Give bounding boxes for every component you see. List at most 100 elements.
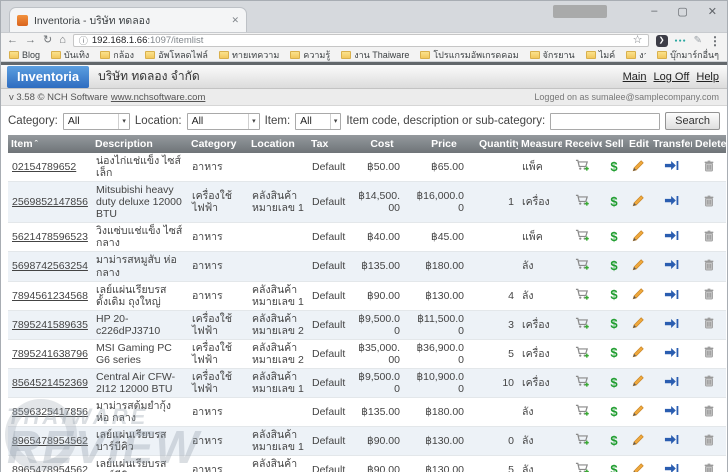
transfer-arrow-icon[interactable] xyxy=(664,345,679,363)
transfer-arrow-icon[interactable] xyxy=(664,316,679,334)
sell-dollar-icon[interactable]: $ xyxy=(610,160,617,175)
delete-trash-icon[interactable] xyxy=(702,316,716,333)
edit-pencil-icon[interactable] xyxy=(631,229,645,246)
home-icon[interactable]: ⌂ xyxy=(59,35,66,46)
transfer-arrow-icon[interactable] xyxy=(664,461,679,472)
item-code-link[interactable]: 02154789652 xyxy=(12,161,76,173)
transfer-arrow-icon[interactable] xyxy=(664,374,679,392)
window-maximize-icon[interactable]: ▢ xyxy=(677,5,687,18)
receive-cart-icon[interactable] xyxy=(575,257,590,275)
edit-pencil-icon[interactable] xyxy=(631,345,645,362)
item-code-link[interactable]: 2569852147856 xyxy=(12,196,88,208)
col-category[interactable]: Category xyxy=(188,135,248,153)
receive-cart-icon[interactable] xyxy=(575,316,590,334)
help-link[interactable]: Help xyxy=(696,71,719,83)
chrome-menu-icon[interactable]: ⋮ xyxy=(709,34,721,48)
transfer-arrow-icon[interactable] xyxy=(664,432,679,450)
category-select[interactable]: All▾ xyxy=(63,113,130,130)
sell-dollar-icon[interactable]: $ xyxy=(610,195,617,210)
edit-pencil-icon[interactable] xyxy=(631,433,645,450)
col-quantity[interactable]: Quantity xyxy=(476,135,518,153)
sell-dollar-icon[interactable]: $ xyxy=(610,405,617,420)
edit-pencil-icon[interactable] xyxy=(631,462,645,472)
transfer-arrow-icon[interactable] xyxy=(664,257,679,275)
delete-trash-icon[interactable] xyxy=(702,462,716,472)
bookmark-star-icon[interactable]: ☆ xyxy=(633,35,643,46)
delete-trash-icon[interactable] xyxy=(702,287,716,304)
forward-icon[interactable]: → xyxy=(25,35,36,46)
delete-trash-icon[interactable] xyxy=(702,433,716,450)
edit-pencil-icon[interactable] xyxy=(631,287,645,304)
item-code-link[interactable]: 7895241638796 xyxy=(12,348,88,360)
search-input[interactable] xyxy=(550,113,660,130)
edit-pencil-icon[interactable] xyxy=(631,374,645,391)
extension-pocket-icon[interactable]: ❯ xyxy=(656,35,668,47)
sell-dollar-icon[interactable]: $ xyxy=(610,230,617,245)
col-tax[interactable]: Tax xyxy=(308,135,352,153)
receive-cart-icon[interactable] xyxy=(575,374,590,392)
bookmark-item[interactable]: ความรู้ xyxy=(290,48,330,62)
sell-dollar-icon[interactable]: $ xyxy=(610,463,617,472)
delete-trash-icon[interactable] xyxy=(702,404,716,421)
location-select[interactable]: All▾ xyxy=(187,113,260,130)
receive-cart-icon[interactable] xyxy=(575,228,590,246)
main-link[interactable]: Main xyxy=(623,71,647,83)
tab-close-icon[interactable]: ✕ xyxy=(231,15,239,26)
extension-dots-icon[interactable]: ●●● xyxy=(675,38,687,44)
transfer-arrow-icon[interactable] xyxy=(664,403,679,421)
col-price[interactable]: Price xyxy=(412,135,476,153)
sell-dollar-icon[interactable]: $ xyxy=(610,434,617,449)
extension-pencil-icon[interactable]: ✎ xyxy=(694,35,702,46)
sell-dollar-icon[interactable]: $ xyxy=(610,376,617,391)
edit-pencil-icon[interactable] xyxy=(631,159,645,176)
delete-trash-icon[interactable] xyxy=(702,229,716,246)
item-code-link[interactable]: 7895241589635 xyxy=(12,319,88,331)
other-bookmarks[interactable]: บุ๊กมาร์กอื่นๆ xyxy=(657,48,719,62)
receive-cart-icon[interactable] xyxy=(575,193,590,211)
item-code-link[interactable]: 8965478954562 xyxy=(12,435,88,447)
bookmark-item[interactable]: งาน Thaiware xyxy=(341,48,409,62)
sell-dollar-icon[interactable]: $ xyxy=(610,288,617,303)
item-code-link[interactable]: 8564521452369 xyxy=(12,377,88,389)
item-code-link[interactable]: 5621478596523 xyxy=(12,231,88,243)
bookmark-item[interactable]: ทายเทความ xyxy=(219,48,279,62)
address-bar[interactable]: ⓘ 192.168.1.66:1097/itemlist ☆ xyxy=(73,34,649,47)
receive-cart-icon[interactable] xyxy=(575,403,590,421)
item-code-link[interactable]: 8596325417856 xyxy=(12,406,88,418)
search-button[interactable]: Search xyxy=(665,112,720,130)
delete-trash-icon[interactable] xyxy=(702,159,716,176)
col-description[interactable]: Description xyxy=(92,135,188,153)
item-select[interactable]: All▾ xyxy=(295,113,341,130)
edit-pencil-icon[interactable] xyxy=(631,194,645,211)
sell-dollar-icon[interactable]: $ xyxy=(610,346,617,361)
col-location[interactable]: Location xyxy=(248,135,308,153)
bookmark-item[interactable]: งาน xyxy=(626,48,646,62)
delete-trash-icon[interactable] xyxy=(702,194,716,211)
sell-dollar-icon[interactable]: $ xyxy=(610,259,617,274)
edit-pencil-icon[interactable] xyxy=(631,404,645,421)
item-code-link[interactable]: 5698742563254 xyxy=(12,260,88,272)
page-info-icon[interactable]: ⓘ xyxy=(79,34,88,47)
receive-cart-icon[interactable] xyxy=(575,287,590,305)
window-minimize-icon[interactable]: – xyxy=(651,5,657,18)
browser-tab[interactable]: Inventoria - บริษัท ทดลอง ✕ xyxy=(9,7,247,32)
back-icon[interactable]: ← xyxy=(7,35,18,46)
nch-website-link[interactable]: www.nchsoftware.com xyxy=(111,92,206,103)
transfer-arrow-icon[interactable] xyxy=(664,287,679,305)
item-code-link[interactable]: 7894561234568 xyxy=(12,290,88,302)
col-cost[interactable]: Cost xyxy=(352,135,412,153)
bookmark-item[interactable]: ไมค์ xyxy=(586,48,615,62)
edit-pencil-icon[interactable] xyxy=(631,316,645,333)
bookmark-item[interactable]: อัพโหลดไฟล์ xyxy=(145,48,208,62)
window-close-icon[interactable]: ✕ xyxy=(708,5,717,18)
col-item[interactable]: Itemˆ xyxy=(8,135,92,153)
bookmark-item[interactable]: จักรยาน xyxy=(530,48,575,62)
bookmark-item[interactable]: Blog xyxy=(9,50,40,60)
delete-trash-icon[interactable] xyxy=(702,374,716,391)
receive-cart-icon[interactable] xyxy=(575,461,590,472)
col-measure[interactable]: Measure xyxy=(518,135,562,153)
transfer-arrow-icon[interactable] xyxy=(664,228,679,246)
transfer-arrow-icon[interactable] xyxy=(664,158,679,176)
refresh-icon[interactable]: ↻ xyxy=(43,35,52,46)
delete-trash-icon[interactable] xyxy=(702,345,716,362)
